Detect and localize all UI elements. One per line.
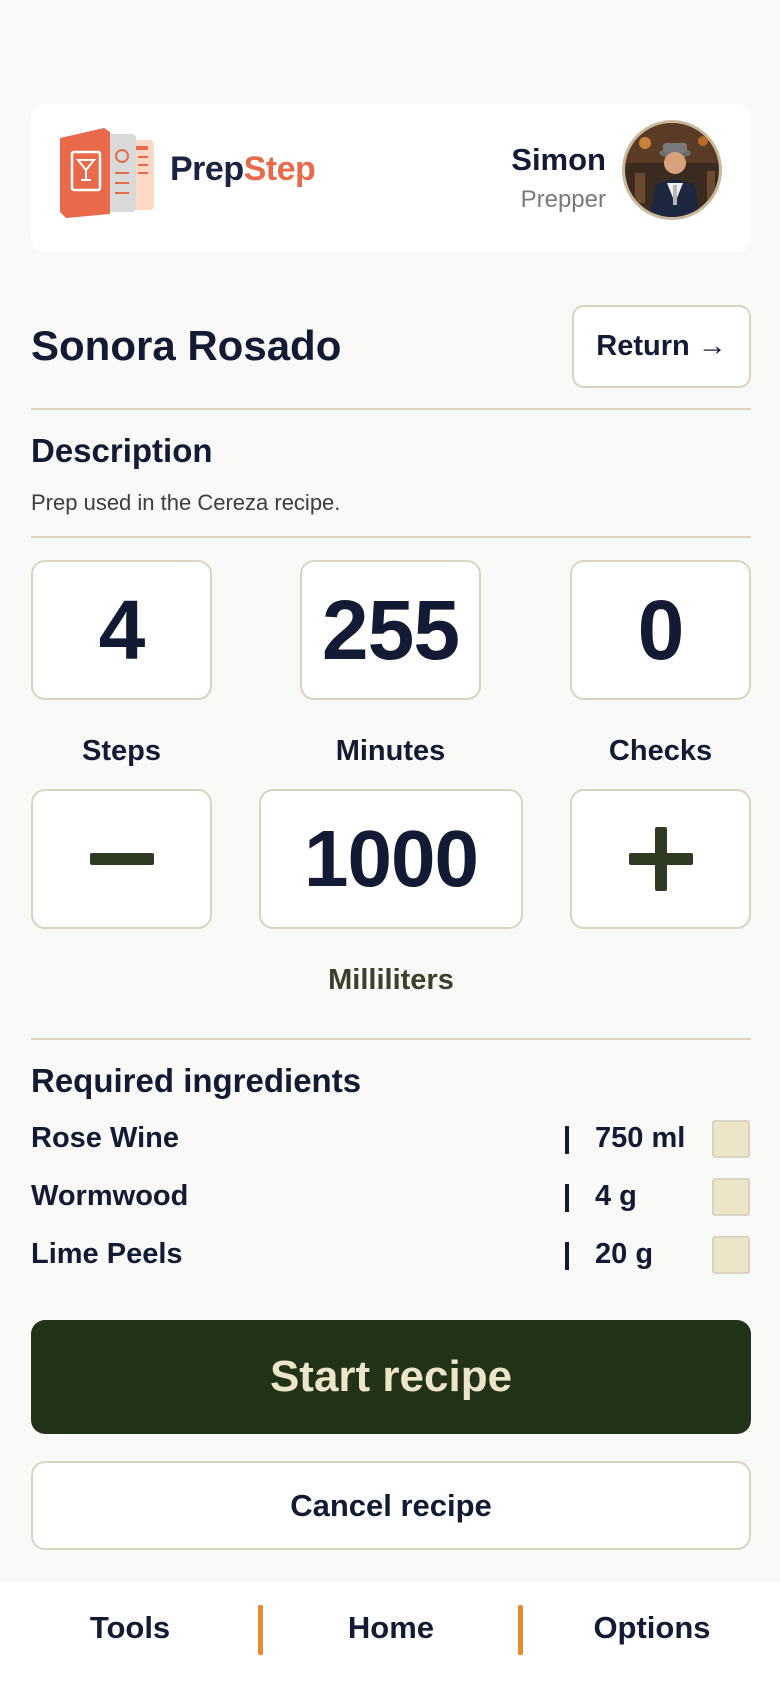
user-name: Simon (511, 142, 606, 177)
ingredient-checkbox[interactable] (712, 1236, 750, 1274)
nav-home[interactable]: Home (291, 1610, 491, 1646)
nav-options[interactable]: Options (552, 1610, 752, 1646)
user-role: Prepper (520, 186, 606, 213)
ingredient-separator (565, 1126, 569, 1154)
minutes-label: Minutes (335, 735, 446, 767)
prepstep-logo (60, 128, 164, 218)
minus-icon (89, 853, 154, 865)
ingredient-separator (565, 1242, 569, 1270)
divider (31, 408, 751, 410)
ingredient-name: Lime Peels (31, 1238, 183, 1270)
quantity-value: 1000 (304, 814, 479, 903)
increase-quantity-button[interactable] (570, 789, 751, 929)
description-text: Prep used in the Cereza recipe. (31, 490, 341, 515)
steps-label: Steps (82, 735, 161, 767)
return-button[interactable]: Return → (572, 305, 751, 388)
steps-value: 4 (98, 582, 146, 677)
checks-label: Checks (608, 735, 713, 767)
divider (31, 536, 751, 538)
ingredient-qty: 750 ml (595, 1122, 686, 1154)
decrease-quantity-button[interactable] (31, 789, 212, 929)
checks-stat-box: 0 (570, 560, 751, 700)
steps-stat-box: 4 (31, 560, 212, 700)
recipe-title: Sonora Rosado (31, 322, 342, 369)
plus-icon (628, 827, 693, 891)
start-recipe-button[interactable]: Start recipe (31, 1320, 751, 1434)
checks-value: 0 (637, 582, 685, 677)
ingredient-separator (565, 1184, 569, 1212)
ingredient-qty: 20 g (595, 1238, 654, 1270)
ingredients-heading: Required ingredients (31, 1062, 362, 1099)
nav-tools[interactable]: Tools (30, 1610, 230, 1646)
divider (31, 1038, 751, 1040)
ingredient-checkbox[interactable] (712, 1178, 750, 1216)
brand-prep: Prep (170, 150, 244, 188)
nav-separator (258, 1605, 263, 1655)
ingredient-checkbox[interactable] (712, 1120, 750, 1158)
description-heading: Description (31, 432, 213, 469)
quantity-display[interactable]: 1000 (259, 789, 523, 929)
minutes-stat-box: 255 (300, 560, 481, 700)
brand-step: Step (243, 150, 316, 188)
brand-name: PrepStep (170, 150, 316, 189)
minutes-value: 255 (321, 582, 460, 677)
cancel-recipe-button[interactable]: Cancel recipe (31, 1461, 751, 1550)
avatar[interactable] (622, 120, 722, 220)
ingredient-name: Rose Wine (31, 1122, 179, 1154)
ingredient-qty: 4 g (595, 1180, 637, 1212)
ingredient-name: Wormwood (31, 1180, 189, 1212)
quantity-unit-label: Milliliters (328, 964, 454, 996)
nav-separator (518, 1605, 523, 1655)
